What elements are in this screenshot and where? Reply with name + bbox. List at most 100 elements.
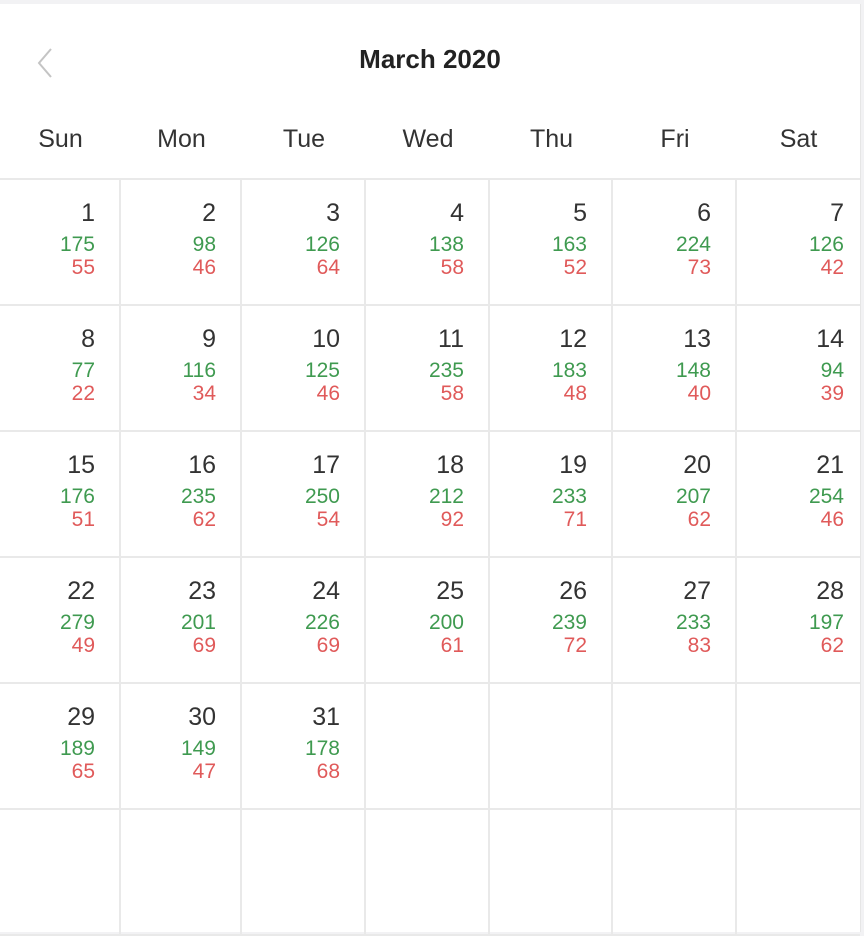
- day-cell[interactable]: 16 235 62: [121, 432, 242, 558]
- red-value: 58: [440, 256, 464, 279]
- red-value: 54: [316, 508, 340, 531]
- red-value: 92: [440, 508, 464, 531]
- weekday-fri: Fri: [660, 125, 690, 153]
- green-value: 250: [304, 485, 340, 508]
- day-cell[interactable]: 1 175 55: [0, 180, 121, 306]
- green-value: 207: [675, 485, 711, 508]
- day-cell[interactable]: 4 138 58: [366, 180, 490, 306]
- day-number: 11: [438, 325, 464, 353]
- day-cell[interactable]: 15 176 51: [0, 432, 121, 558]
- empty-day-cell: [737, 684, 860, 810]
- day-cell[interactable]: 12 183 48: [490, 306, 613, 432]
- day-cell[interactable]: 29 189 65: [0, 684, 121, 810]
- empty-day-cell: [366, 684, 490, 810]
- green-value: 176: [59, 485, 95, 508]
- calendar: March 2020 Sun Mon Tue Wed Thu Fri Sat 1…: [0, 4, 861, 936]
- empty-day-cell: [242, 810, 366, 936]
- red-value: 40: [687, 382, 711, 405]
- calendar-grid: 1 175 55 2 98 46 3 126 64 4 138 58 5 163 52 6 224 73 7 126 4…: [0, 180, 860, 936]
- day-number: 16: [188, 451, 216, 479]
- weekday-header-row: Sun Mon Tue Wed Thu Fri Sat: [0, 114, 860, 180]
- day-cell[interactable]: 7 126 42: [737, 180, 860, 306]
- day-number: 13: [683, 325, 711, 353]
- green-value: 77: [71, 359, 95, 382]
- red-value: 69: [316, 634, 340, 657]
- green-value: 235: [428, 359, 464, 382]
- green-value: 200: [428, 611, 464, 634]
- weekday-sat: Sat: [779, 125, 818, 153]
- red-value: 47: [192, 760, 216, 783]
- day-number: 4: [450, 199, 464, 227]
- day-number: 31: [312, 703, 340, 731]
- red-value: 42: [820, 256, 844, 279]
- day-cell[interactable]: 11 235 58: [366, 306, 490, 432]
- day-number: 27: [683, 577, 711, 605]
- weekday-wed: Wed: [402, 125, 454, 153]
- day-number: 14: [816, 325, 844, 353]
- day-number: 24: [312, 577, 340, 605]
- day-cell[interactable]: 24 226 69: [242, 558, 366, 684]
- day-cell[interactable]: 26 239 72: [490, 558, 613, 684]
- green-value: 125: [304, 359, 340, 382]
- day-cell[interactable]: 18 212 92: [366, 432, 490, 558]
- month-title: March 2020: [359, 44, 501, 74]
- day-cell[interactable]: 25 200 61: [366, 558, 490, 684]
- day-cell[interactable]: 10 125 46: [242, 306, 366, 432]
- weekday-sun: Sun: [38, 125, 83, 153]
- day-cell[interactable]: 19 233 71: [490, 432, 613, 558]
- day-cell[interactable]: 14 94 39: [737, 306, 860, 432]
- day-cell[interactable]: 9 116 34: [121, 306, 242, 432]
- empty-day-cell: [490, 684, 613, 810]
- day-cell[interactable]: 17 250 54: [242, 432, 366, 558]
- day-number: 17: [312, 451, 340, 479]
- day-cell[interactable]: 22 279 49: [0, 558, 121, 684]
- green-value: 94: [820, 359, 844, 382]
- green-value: 201: [180, 611, 216, 634]
- day-cell[interactable]: 13 148 40: [613, 306, 737, 432]
- green-value: 233: [675, 611, 711, 634]
- red-value: 46: [316, 382, 340, 405]
- empty-day-cell: [613, 684, 737, 810]
- red-value: 49: [71, 634, 95, 657]
- day-cell[interactable]: 21 254 46: [737, 432, 860, 558]
- empty-day-cell: [613, 810, 737, 936]
- day-number: 29: [67, 703, 95, 731]
- red-value: 71: [563, 508, 587, 531]
- day-cell[interactable]: 23 201 69: [121, 558, 242, 684]
- day-number: 25: [436, 577, 464, 605]
- red-value: 48: [563, 382, 587, 405]
- day-cell[interactable]: 30 149 47: [121, 684, 242, 810]
- day-cell[interactable]: 27 233 83: [613, 558, 737, 684]
- day-cell[interactable]: 28 197 62: [737, 558, 860, 684]
- green-value: 116: [182, 359, 216, 382]
- green-value: 148: [675, 359, 711, 382]
- day-cell[interactable]: 5 163 52: [490, 180, 613, 306]
- day-number: 28: [816, 577, 844, 605]
- weekday-tue: Tue: [282, 125, 326, 153]
- green-value: 254: [808, 485, 844, 508]
- weekday-thu: Thu: [529, 125, 574, 153]
- red-value: 34: [192, 382, 216, 405]
- red-value: 65: [71, 760, 95, 783]
- day-cell[interactable]: 8 77 22: [0, 306, 121, 432]
- day-cell[interactable]: 2 98 46: [121, 180, 242, 306]
- day-number: 10: [312, 325, 340, 353]
- day-cell[interactable]: 3 126 64: [242, 180, 366, 306]
- green-value: 163: [551, 233, 587, 256]
- red-value: 51: [71, 508, 95, 531]
- day-cell[interactable]: 31 178 68: [242, 684, 366, 810]
- day-cell[interactable]: 6 224 73: [613, 180, 737, 306]
- green-value: 239: [551, 611, 587, 634]
- red-value: 58: [440, 382, 464, 405]
- day-number: 22: [67, 577, 95, 605]
- day-number: 15: [67, 451, 95, 479]
- day-number: 23: [188, 577, 216, 605]
- day-cell[interactable]: 20 207 62: [613, 432, 737, 558]
- green-value: 98: [192, 233, 216, 256]
- green-value: 138: [428, 233, 464, 256]
- red-value: 22: [71, 382, 95, 405]
- red-value: 55: [71, 256, 95, 279]
- green-value: 149: [180, 737, 216, 760]
- calendar-header: March 2020: [0, 4, 860, 114]
- empty-day-cell: [490, 810, 613, 936]
